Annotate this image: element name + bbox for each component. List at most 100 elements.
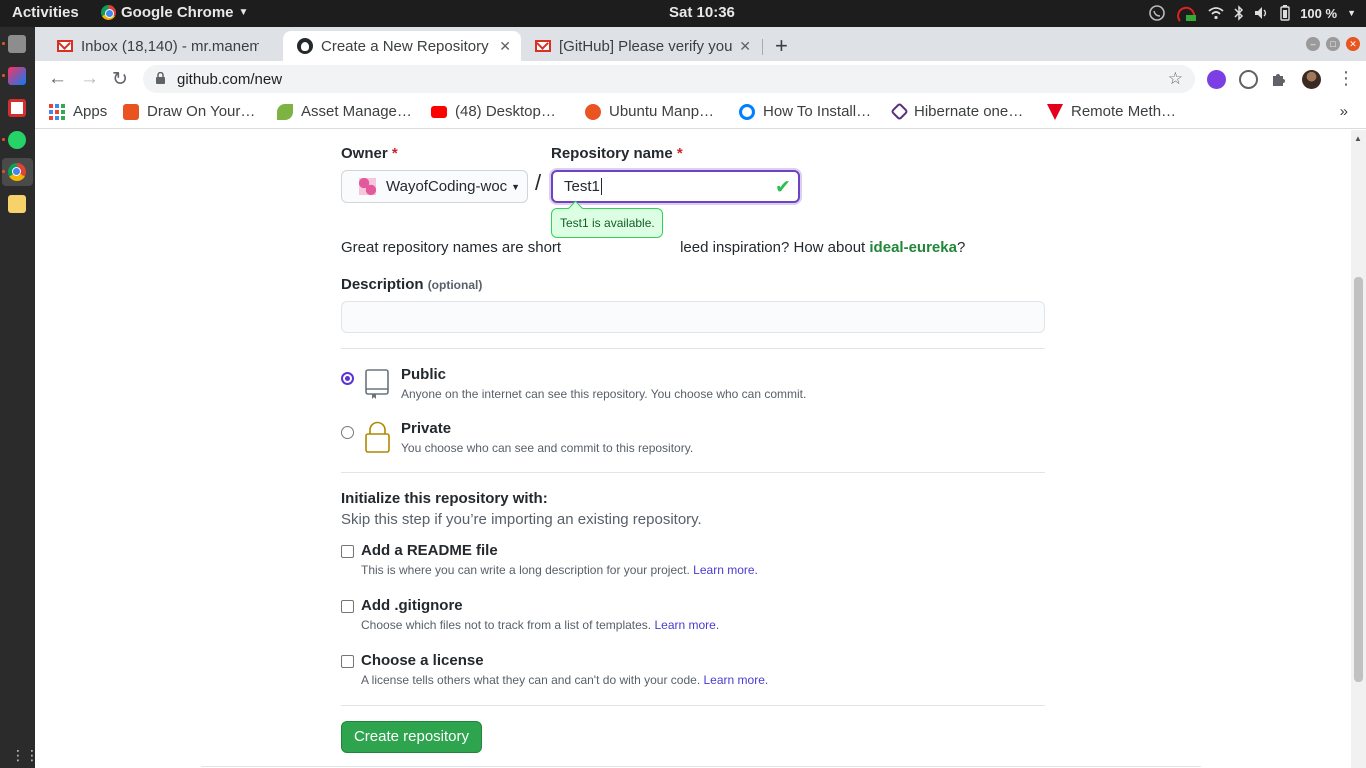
gitignore-title: Add .gitignore xyxy=(361,597,463,614)
tab-strip: Inbox (18,140) - mr.manem Create a New R… xyxy=(35,27,1366,61)
running-indicator xyxy=(2,74,5,77)
private-radio[interactable] xyxy=(341,426,354,439)
repository-name-input[interactable]: Test1 xyxy=(551,170,800,203)
bookmark-hibernate-one[interactable]: Hibernate one… xyxy=(890,102,1023,121)
bookmark-draw-on-your[interactable]: Draw On Your… xyxy=(123,103,255,120)
chrome-app-icon[interactable] xyxy=(8,163,26,181)
url-text: github.com/new xyxy=(177,71,283,88)
public-radio[interactable] xyxy=(341,372,354,385)
tab-separator xyxy=(762,39,763,55)
description-input[interactable] xyxy=(341,301,1045,333)
tab-github-verify[interactable]: [GitHub] Please verify you ✕ xyxy=(521,31,761,61)
initialize-title: Initialize this repository with: xyxy=(341,490,548,507)
bookmark-ubuntu-manp[interactable]: Ubuntu Manp… xyxy=(585,103,714,120)
divider xyxy=(341,705,1045,706)
tab-create-repository[interactable]: Create a New Repository ✕ xyxy=(283,31,521,61)
learn-more-link[interactable]: Learn more. xyxy=(693,563,758,577)
address-bar[interactable]: github.com/new ☆ xyxy=(143,65,1195,93)
page-content: Owner * Repository name * WayofCoding-wo… xyxy=(35,130,1366,768)
files-app-icon[interactable] xyxy=(8,35,26,53)
system-tray[interactable]: 100 % ▼ xyxy=(1148,3,1356,23)
extension-purple-icon[interactable] xyxy=(1207,70,1226,89)
text-editor-app-icon[interactable] xyxy=(8,195,26,213)
license-checkbox[interactable] xyxy=(341,655,354,668)
divider xyxy=(341,348,1045,349)
owner-dropdown[interactable]: WayofCoding-woc ▼ xyxy=(341,170,528,203)
owner-avatar xyxy=(359,178,376,195)
bookmark-apps[interactable]: Apps xyxy=(49,103,107,120)
battery-percentage: 100 % xyxy=(1300,5,1338,21)
page-scrollbar[interactable]: ▲ xyxy=(1351,130,1366,768)
owner-value: WayofCoding-woc xyxy=(386,178,508,195)
gmail-icon xyxy=(57,40,73,52)
tab-title: Inbox (18,140) - mr.manem xyxy=(81,37,259,55)
ubuntu-icon xyxy=(585,103,601,120)
volume-icon xyxy=(1255,7,1267,19)
bookmark-asset-manage[interactable]: Asset Manage… xyxy=(277,103,412,120)
app-menu[interactable]: Google Chrome ▼ xyxy=(101,4,248,21)
reload-icon[interactable]: ↻ xyxy=(112,68,128,91)
chevron-down-icon: ▼ xyxy=(238,7,249,18)
chrome-menu-icon[interactable]: ⋮ xyxy=(1337,68,1355,89)
more-bookmarks-icon[interactable]: » xyxy=(1340,103,1348,120)
draw-app-icon xyxy=(123,103,139,120)
close-tab-icon[interactable]: ✕ xyxy=(739,38,751,55)
bookmark-label: How To Install… xyxy=(763,103,872,120)
footer-divider xyxy=(201,766,1201,767)
digitalocean-icon xyxy=(739,103,755,120)
scrollbar-thumb[interactable] xyxy=(1354,277,1363,682)
app-name: Google Chrome xyxy=(121,4,234,21)
system-top-bar: Activities Google Chrome ▼ Sat 10:36 100… xyxy=(0,0,1366,27)
scroll-up-icon[interactable]: ▲ xyxy=(1354,134,1362,143)
activities-button[interactable]: Activities xyxy=(12,4,79,21)
browser-toolbar: ← → ↻ github.com/new ☆ ⋮ xyxy=(35,61,1366,97)
public-title: Public xyxy=(401,366,447,383)
new-tab-plus-icon[interactable]: + xyxy=(775,33,788,59)
extension-code-icon[interactable] xyxy=(1239,70,1258,89)
bookmarks-bar: Apps Draw On Your… Asset Manage… (48) De… xyxy=(35,97,1366,129)
bookmark-how-to-install[interactable]: How To Install… xyxy=(739,103,871,120)
whatsapp-icon xyxy=(1149,5,1166,21)
wifi-icon xyxy=(1208,7,1224,20)
red-triangle-icon xyxy=(1047,103,1063,120)
readme-checkbox[interactable] xyxy=(341,545,354,558)
extensions-puzzle-icon[interactable] xyxy=(1271,71,1287,87)
bookmark-youtube-desktop[interactable]: (48) Desktop… xyxy=(431,103,556,120)
bookmark-label: Apps xyxy=(73,103,108,120)
clock[interactable]: Sat 10:36 xyxy=(669,4,735,21)
bookmark-label: Draw On Your… xyxy=(147,103,256,120)
license-description: A license tells others what they can and… xyxy=(361,673,769,687)
minimize-icon[interactable]: – xyxy=(1306,37,1320,51)
bookmark-label: Ubuntu Manp… xyxy=(609,103,715,120)
tab-title: Create a New Repository xyxy=(321,37,489,55)
bookmark-star-icon[interactable]: ☆ xyxy=(1168,69,1183,89)
maximize-icon[interactable]: □ xyxy=(1326,37,1340,51)
pdf-app-icon[interactable] xyxy=(8,99,26,117)
running-indicator xyxy=(2,42,5,45)
intellij-app-icon[interactable] xyxy=(8,67,26,85)
description-label: Description (optional) xyxy=(341,276,483,293)
youtube-icon xyxy=(431,105,447,118)
suggested-name-link[interactable]: ideal-eureka xyxy=(869,239,957,256)
hibernate-icon xyxy=(890,102,909,121)
tab-gmail-inbox[interactable]: Inbox (18,140) - mr.manem xyxy=(43,31,283,61)
private-description: You choose who can see and commit to thi… xyxy=(401,441,694,455)
gitignore-checkbox[interactable] xyxy=(341,600,354,613)
close-window-icon[interactable]: ✕ xyxy=(1346,37,1360,51)
learn-more-link[interactable]: Learn more. xyxy=(704,673,769,687)
profile-avatar[interactable] xyxy=(1302,70,1321,89)
back-arrow-icon[interactable]: ← xyxy=(48,68,67,90)
forward-arrow-icon[interactable]: → xyxy=(80,68,99,90)
bookmark-remote-meth[interactable]: Remote Meth… xyxy=(1047,103,1176,120)
power-menu-caret-icon: ▼ xyxy=(1347,8,1356,18)
repository-name-hint: Great repository names are short leed ins… xyxy=(341,239,966,256)
create-repository-button[interactable]: Create repository xyxy=(341,721,482,753)
public-description: Anyone on the internet can see this repo… xyxy=(401,387,807,401)
close-tab-icon[interactable]: ✕ xyxy=(499,38,511,55)
apps-grid-icon xyxy=(49,103,65,120)
learn-more-link[interactable]: Learn more. xyxy=(654,618,719,632)
chrome-icon xyxy=(101,5,116,20)
running-indicator xyxy=(2,170,5,173)
readme-title: Add a README file xyxy=(361,542,498,559)
whatsapp-app-icon[interactable] xyxy=(8,131,26,149)
